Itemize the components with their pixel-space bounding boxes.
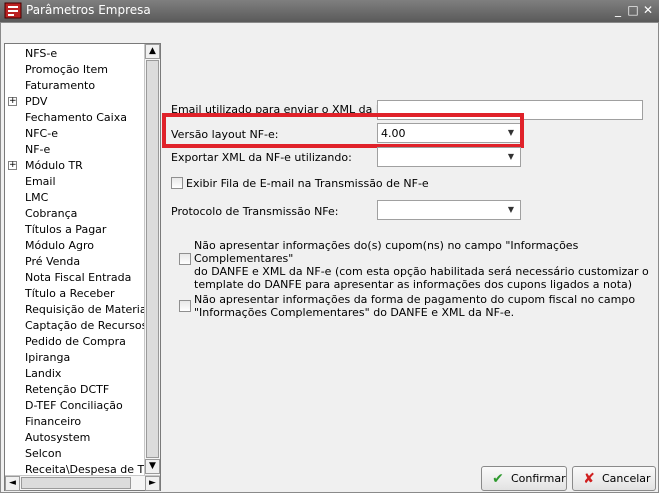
protocolo-label: Protocolo de Transmissão NFe: xyxy=(171,205,339,218)
pagamento-checkbox[interactable] xyxy=(179,300,191,312)
tree-item[interactable]: LMC xyxy=(25,190,48,206)
tree-item[interactable]: NFS-e xyxy=(25,46,57,62)
tree-item[interactable]: Autosystem xyxy=(25,430,90,446)
horizontal-scroll-thumb[interactable] xyxy=(21,477,131,489)
tree-item[interactable]: Módulo TR xyxy=(25,158,83,174)
cupom-label: Não apresentar informações do(s) cupom(n… xyxy=(194,239,659,291)
expand-icon[interactable]: + xyxy=(8,97,17,106)
tree-list: NFS-e Promoção Item Faturamento + PDV Fechame… xyxy=(5,44,145,476)
app-icon xyxy=(4,2,22,19)
tree-item[interactable]: Pedido de Compra xyxy=(25,334,126,350)
check-icon: ✔ xyxy=(492,471,504,487)
cupom-checkbox[interactable] xyxy=(179,253,191,265)
maximize-button[interactable]: □ xyxy=(626,3,640,17)
confirm-button[interactable]: ✔ Confirmar xyxy=(481,466,567,491)
tree-item[interactable]: Receita\Despesa de Titul xyxy=(25,462,145,476)
tree-item[interactable]: NFC-e xyxy=(25,126,58,142)
tree-item[interactable]: Módulo Agro xyxy=(25,238,94,254)
tree-item[interactable]: Landix xyxy=(25,366,61,382)
minimize-button[interactable]: _ xyxy=(611,3,625,17)
tree-horizontal-scrollbar[interactable]: ◄ ► xyxy=(5,475,160,491)
tree-item[interactable]: Nota Fiscal Entrada xyxy=(25,270,131,286)
tree-item[interactable]: Ipiranga xyxy=(25,350,70,366)
category-tree: NFS-e Promoção Item Faturamento + PDV Fechame… xyxy=(4,43,161,491)
tree-item[interactable]: Faturamento xyxy=(25,78,95,94)
tree-item[interactable]: Fechamento Caixa xyxy=(25,110,127,126)
chevron-down-icon: ▼ xyxy=(507,205,515,214)
cancel-label: Cancelar xyxy=(602,472,651,485)
tree-item[interactable]: D-TEF Conciliação xyxy=(25,398,123,414)
tree-item[interactable]: PDV xyxy=(25,94,47,110)
tree-vertical-scrollbar[interactable]: ▲ ▼ xyxy=(144,44,160,476)
tree-item[interactable]: Captação de Recursos xyxy=(25,318,145,334)
tree-item[interactable]: Requisição de Materiais xyxy=(25,302,145,318)
pagamento-label-line: "Informações Complementares" do DANFE e … xyxy=(194,306,515,319)
close-button[interactable]: ✕ xyxy=(641,3,655,17)
fila-label: Exibir Fila de E-mail na Transmissão de … xyxy=(186,177,429,190)
tree-item[interactable]: Títulos a Pagar xyxy=(25,222,106,238)
tree-item[interactable]: Cobrança xyxy=(25,206,77,222)
pagamento-label: Não apresentar informações da forma de p… xyxy=(194,293,635,319)
window-title: Parâmetros Empresa xyxy=(26,3,151,17)
cupom-label-line: template do DANFE para apresentar as inf… xyxy=(194,278,633,291)
pagamento-label-line: Não apresentar informações da forma de p… xyxy=(194,293,636,306)
tree-item[interactable]: Título a Receber xyxy=(25,286,115,302)
tree-item[interactable]: Financeiro xyxy=(25,414,81,430)
export-label: Exportar XML da NF-e utilizando: xyxy=(171,151,352,164)
scroll-up-button[interactable]: ▲ xyxy=(145,44,160,59)
fila-checkbox[interactable] xyxy=(171,177,183,189)
x-icon: ✘ xyxy=(583,471,595,487)
title-bar: Parâmetros Empresa _ □ ✕ xyxy=(0,0,659,22)
tree-item[interactable]: Selcon xyxy=(25,446,62,462)
cancel-button[interactable]: ✘ Cancelar xyxy=(572,466,656,491)
scroll-right-button[interactable]: ► xyxy=(145,476,160,491)
scroll-thumb[interactable] xyxy=(146,60,159,458)
highlight-box xyxy=(162,113,524,148)
scroll-down-button[interactable]: ▼ xyxy=(145,459,160,474)
tree-item[interactable]: Promoção Item xyxy=(25,62,108,78)
cupom-label-line: do DANFE e XML da NF-e (com esta opção h… xyxy=(194,265,649,278)
tree-item[interactable]: Retenção DCTF xyxy=(25,382,109,398)
tree-item[interactable]: NF-e xyxy=(25,142,50,158)
tree-item[interactable]: Email xyxy=(25,174,56,190)
protocolo-select[interactable]: ▼ xyxy=(377,200,521,220)
cupom-label-line: Não apresentar informações do(s) cupom(n… xyxy=(194,239,579,265)
expand-icon[interactable]: + xyxy=(8,161,17,170)
confirm-label: Confirmar xyxy=(511,472,566,485)
scroll-left-button[interactable]: ◄ xyxy=(5,476,20,491)
export-select[interactable]: ▼ xyxy=(377,147,521,167)
tree-item[interactable]: Pré Venda xyxy=(25,254,80,270)
chevron-down-icon: ▼ xyxy=(507,152,515,161)
